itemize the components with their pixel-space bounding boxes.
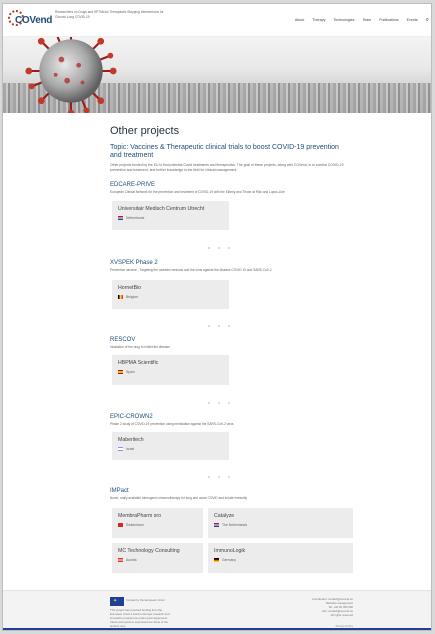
partner-name: MC Technology Consulting	[118, 548, 180, 554]
partner-name: Maberitech	[118, 437, 144, 443]
nav-therapy[interactable]: Therapy	[312, 18, 325, 22]
covend-logo[interactable]: COVend	[8, 10, 52, 32]
nav-publications[interactable]: Publications	[379, 18, 398, 22]
bottom-bar	[3, 628, 431, 630]
netherlands-flag-icon	[118, 216, 123, 220]
page-title: Other projects	[110, 125, 180, 137]
project-title: XVSPEK Phase 2	[110, 260, 158, 266]
partner-card[interactable]: HBPMA Scientific Spain	[112, 355, 229, 385]
site-header: COVend Researchers on Drugs and HPTMeUs …	[3, 4, 431, 37]
partner-name: ImmunoLogik	[214, 548, 246, 554]
hero-banner	[3, 37, 431, 113]
browser-frame: COVend Researchers on Drugs and HPTMeUs …	[0, 0, 435, 634]
funding-text: This project has received funding from t…	[110, 608, 170, 628]
switzerland-flag-icon	[118, 523, 123, 527]
germany-flag-icon	[214, 558, 219, 562]
partner-country: Germany	[214, 558, 236, 562]
section-divider	[199, 325, 239, 327]
partner-card[interactable]: Maberitech Israel	[112, 432, 229, 460]
israel-flag-icon	[118, 447, 123, 451]
partner-card[interactable]: HornetBio Belgium	[112, 280, 229, 309]
partner-country: Austria	[118, 558, 137, 562]
nav-team[interactable]: Team	[362, 18, 371, 22]
partner-country: Spain	[118, 370, 135, 374]
partner-name: HornetBio	[118, 285, 142, 291]
main-nav: About Therapy Technologies Team Publicat…	[295, 15, 429, 25]
netherlands-flag-icon	[214, 523, 219, 527]
project-description: Inhalation of the drug to inhibit the di…	[110, 345, 170, 349]
nav-events[interactable]: Events	[407, 18, 418, 22]
nav-technologies[interactable]: Technologies	[333, 18, 354, 22]
footer-contact: Coordinator: contact@covend.eu Website m…	[305, 597, 353, 617]
partner-name: Catalyze	[214, 513, 235, 519]
project-title: RESCOV	[110, 337, 136, 343]
partner-card[interactable]: MC Technology Consulting Austria	[112, 543, 203, 573]
partner-country: The Netherlands	[214, 523, 247, 527]
virus-icon	[25, 37, 117, 113]
section-divider	[199, 476, 239, 478]
logo-text: COVend	[15, 15, 53, 26]
project-description: European Clinical Network for the preven…	[110, 190, 285, 194]
contact-line: All rights reserved	[330, 613, 353, 617]
search-icon[interactable]: ⌕	[426, 17, 429, 24]
partner-card[interactable]: ImmunoLogik Germany	[208, 543, 353, 573]
partner-country: Netherlands	[118, 216, 144, 220]
section-divider	[199, 402, 239, 404]
eu-flag-icon: ✦	[110, 597, 124, 606]
partner-card[interactable]: MembraPharm sro Switzerland	[112, 508, 203, 538]
topic-heading: Topic: Vaccines & Therapeutic clinical t…	[110, 144, 339, 159]
partner-card[interactable]: Universitair Medisch Centrum Utrecht Net…	[112, 201, 229, 230]
partner-country: Belgium	[118, 295, 138, 299]
partner-country: Switzerland	[118, 523, 144, 527]
partner-name: MembraPharm sro	[118, 513, 161, 519]
project-title: EDCARE-PRIVE	[110, 182, 156, 188]
project-description: Phase 2 study of COVID-19 prevention usi…	[110, 422, 234, 426]
project-title: EPIC-CROWN2	[110, 414, 153, 420]
belgium-flag-icon	[118, 295, 123, 299]
section-divider	[199, 247, 239, 249]
intro-text: Other projects funded by the EU to find …	[110, 163, 344, 172]
project-description: Preventive vaccine - Targeting the mutat…	[110, 268, 272, 272]
partner-name: Universitair Medisch Centrum Utrecht	[118, 206, 205, 212]
partner-name: HBPMA Scientific	[118, 360, 159, 366]
partner-country: Israel	[118, 447, 134, 451]
eu-funding-label: Funded by the European Union	[126, 598, 165, 602]
project-description: Novel, orally available tolerogenic immu…	[110, 496, 248, 500]
page: COVend Researchers on Drugs and HPTMeUs …	[2, 3, 432, 631]
partner-card[interactable]: Catalyze The Netherlands	[208, 508, 353, 538]
site-footer: ✦ Funded by the European Union This proj…	[3, 590, 431, 630]
site-tagline: Researchers on Drugs and HPTMeUs Therape…	[55, 10, 164, 19]
nav-about[interactable]: About	[295, 18, 304, 22]
project-title: IMPact	[110, 488, 129, 494]
spain-flag-icon	[118, 370, 123, 374]
austria-flag-icon	[118, 558, 123, 562]
